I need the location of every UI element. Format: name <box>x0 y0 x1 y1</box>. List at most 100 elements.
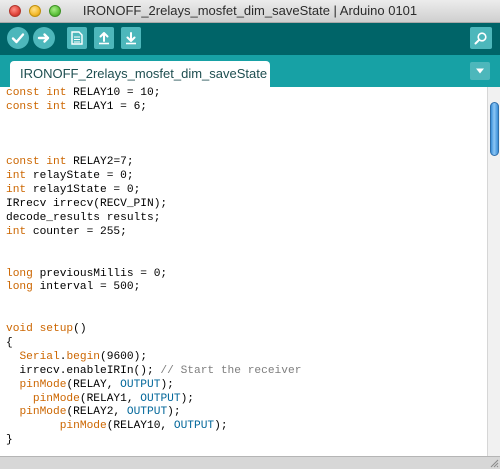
chevron-down-icon <box>476 68 484 74</box>
open-sketch-button[interactable] <box>94 27 114 49</box>
upload-button[interactable] <box>33 27 55 49</box>
code-token: pinMode <box>19 406 67 419</box>
verify-icon <box>11 33 25 44</box>
arduino-window: IRONOFF_2relays_mosfet_dim_saveState | A… <box>0 0 500 469</box>
code-line: int counter = 255; <box>6 226 301 240</box>
tab-sketch[interactable]: IRONOFF_2relays_mosfet_dim_saveState § <box>10 61 270 87</box>
code-token: int <box>46 156 67 169</box>
code-token: RELAY2=7; <box>66 156 134 169</box>
code-token: relayState = 0; <box>26 170 134 183</box>
code-token: int <box>6 225 27 238</box>
code-token: Serial <box>19 350 60 363</box>
code-token: int <box>6 184 27 197</box>
code-token: const <box>6 100 40 113</box>
code-line: { <box>6 337 301 351</box>
code-token: const <box>6 156 40 169</box>
code-token: int <box>6 170 27 183</box>
new-sketch-button[interactable] <box>67 27 87 49</box>
code-token: (RELAY1, <box>79 392 141 405</box>
scroll-thumb[interactable] <box>490 102 499 156</box>
code-token: const <box>6 87 40 99</box>
code-token: { <box>6 337 13 350</box>
code-token: OUTPUT <box>140 392 181 405</box>
code-token: () <box>73 323 87 336</box>
code-line: long previousMillis = 0; <box>6 268 301 282</box>
code-token: (9600); <box>100 350 148 363</box>
code-token: IRrecv irrecv(RECV_PIN); <box>6 198 168 211</box>
verify-button[interactable] <box>7 27 29 49</box>
serial-monitor-icon <box>474 32 487 45</box>
code-token: ); <box>180 392 195 405</box>
code-token: OUTPUT <box>126 406 168 419</box>
code-line: IRrecv irrecv(RECV_PIN); <box>6 198 301 212</box>
code-token: counter = 255; <box>26 225 127 238</box>
tab-strip: IRONOFF_2relays_mosfet_dim_saveState § <box>0 55 500 87</box>
code-token: } <box>6 434 13 447</box>
save-icon <box>126 32 136 45</box>
code-token: ); <box>167 406 181 419</box>
window-title: IRONOFF_2relays_mosfet_dim_saveState | A… <box>82 3 418 18</box>
code-line: irrecv.enableIRIn(); // Start the receiv… <box>6 365 301 379</box>
code-token: (RELAY, <box>66 378 121 391</box>
code-line: pinMode(RELAY, OUTPUT); <box>6 379 301 393</box>
code-token: int <box>46 100 67 113</box>
code-token: OUTPUT <box>120 378 161 391</box>
code-token: long <box>6 281 33 294</box>
code-line: int relayState = 0; <box>6 170 301 184</box>
code-line: Serial.begin(9600); <box>6 351 301 365</box>
code-token: // Start the receiver <box>160 364 302 377</box>
upload-icon <box>37 33 50 43</box>
code-token: pinMode <box>32 392 80 405</box>
open-icon <box>99 32 109 45</box>
code-line: decode_results results; <box>6 212 301 226</box>
new-file-icon <box>71 31 83 45</box>
code-token: ); <box>214 420 228 433</box>
toolbar <box>0 23 500 55</box>
code-token: irrecv.enableIRIn(); <box>6 364 161 377</box>
tab-menu-button[interactable] <box>470 62 490 80</box>
code-text: const int RELAY10 = 10; const int RELAY1 … <box>6 87 301 448</box>
code-token: OUTPUT <box>173 420 215 433</box>
code-token: ); <box>160 378 174 391</box>
vertical-scrollbar[interactable] <box>487 87 500 456</box>
code-token: interval = 500; <box>32 281 141 294</box>
code-line: void setup() <box>6 323 301 337</box>
code-line: pinMode(RELAY10, OUTPUT); <box>6 420 301 434</box>
code-line: pinMode(RELAY2, OUTPUT); <box>6 406 301 420</box>
code-token: decode_results results; <box>6 212 161 225</box>
code-token: previousMillis = 0; <box>32 267 168 280</box>
code-token: (RELAY10, <box>106 420 174 433</box>
code-line: int relay1State = 0; <box>6 184 301 198</box>
code-line: pinMode(RELAY1, OUTPUT); <box>6 393 301 407</box>
code-editor[interactable]: const int RELAY10 = 10; const int RELAY1 … <box>0 87 487 456</box>
save-sketch-button[interactable] <box>121 27 141 49</box>
code-token: begin <box>66 350 101 363</box>
code-token: pinMode <box>59 420 107 433</box>
code-line: } <box>6 434 301 448</box>
resize-grip-icon[interactable] <box>488 457 499 468</box>
code-token: void <box>6 323 33 336</box>
title-bar[interactable]: IRONOFF_2relays_mosfet_dim_saveState | A… <box>0 0 500 23</box>
code-token: int <box>46 87 67 99</box>
status-area <box>0 456 500 469</box>
code-line: long interval = 500; <box>6 281 301 295</box>
serial-monitor-button[interactable] <box>470 27 492 49</box>
code-token: long <box>6 267 33 280</box>
code-line: const int RELAY10 = 10; <box>6 87 301 101</box>
code-token: RELAY1 = 6; <box>66 100 148 113</box>
code-token: relay1State = 0; <box>26 184 141 197</box>
code-token: (RELAY2, <box>66 406 127 419</box>
